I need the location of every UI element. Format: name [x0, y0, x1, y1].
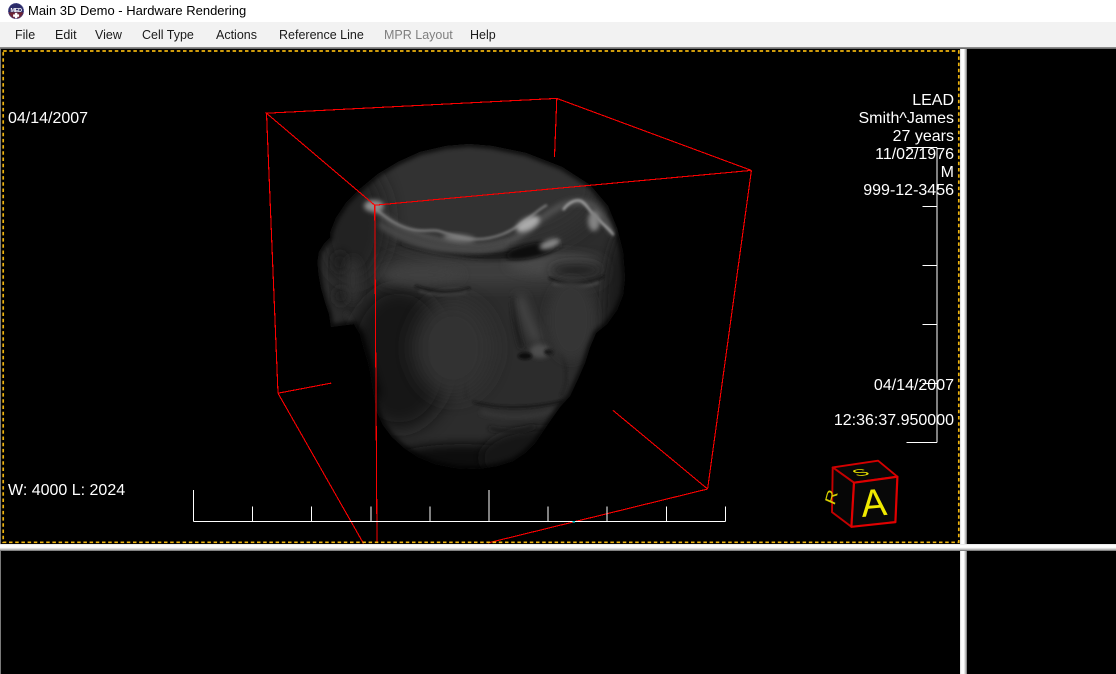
- svg-text:MED: MED: [10, 8, 22, 14]
- svg-text:A: A: [859, 481, 889, 526]
